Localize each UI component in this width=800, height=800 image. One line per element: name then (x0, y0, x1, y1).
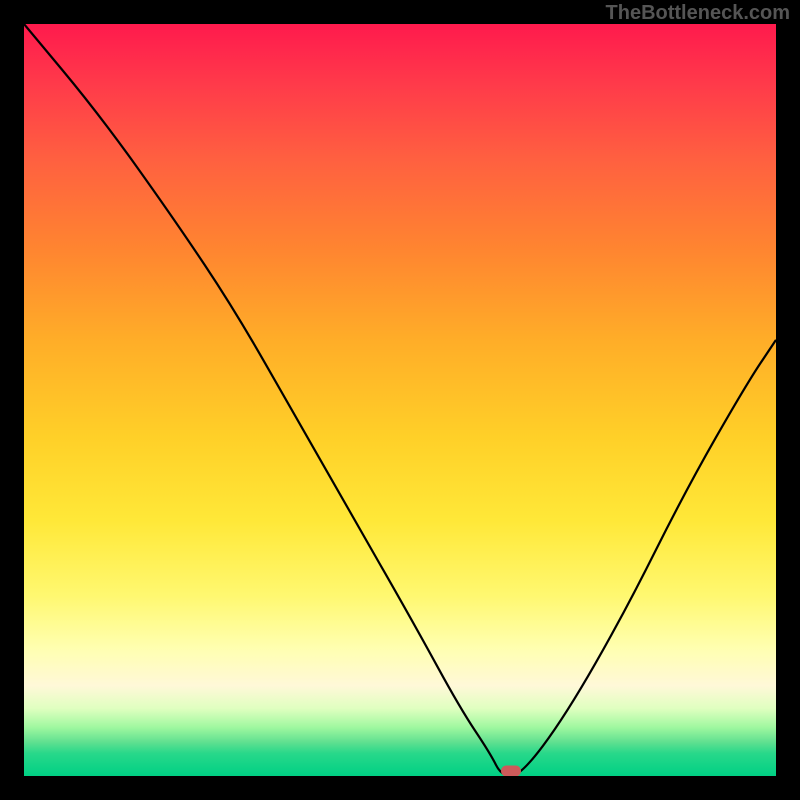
bottleneck-curve (24, 24, 776, 776)
optimal-marker (501, 765, 521, 776)
attribution-text: TheBottleneck.com (606, 2, 790, 25)
plot-area (24, 24, 776, 776)
